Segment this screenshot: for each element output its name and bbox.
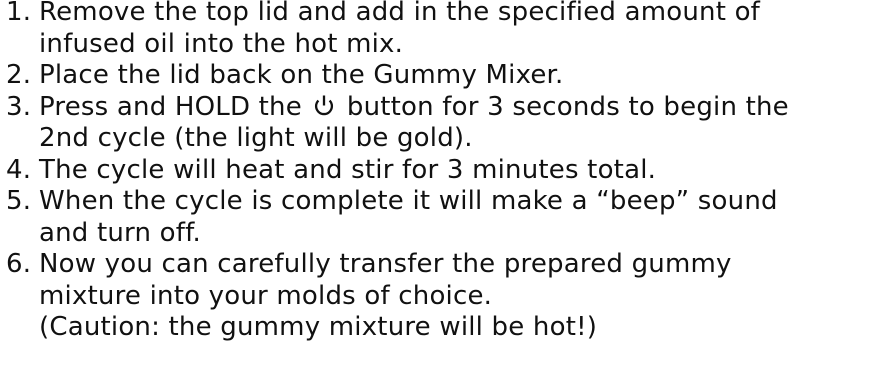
step-2: 2. Place the lid back on the Gummy Mixer… xyxy=(6,60,886,92)
step-number: 6. xyxy=(6,249,32,279)
step-number: 2. xyxy=(6,60,32,90)
step-line: (Caution: the gummy mixture will be hot!… xyxy=(39,312,598,342)
step-line: 2nd cycle (the light will be gold). xyxy=(39,123,473,153)
step-line: Now you can carefully transfer the prepa… xyxy=(39,249,732,279)
step-4: 4. The cycle will heat and stir for 3 mi… xyxy=(6,155,886,187)
step-line: Remove the top lid and add in the specif… xyxy=(39,0,761,27)
step-text-after-icon: button for 3 seconds to begin the xyxy=(346,91,789,122)
instruction-list: 1. Remove the top lid and add in the spe… xyxy=(6,0,886,344)
step-line: and turn off. xyxy=(39,217,202,248)
step-line: mixture into your molds of choice. xyxy=(39,280,493,311)
step-line: infused oil into the hot mix. xyxy=(39,28,404,59)
step-line: The cycle will heat and stir for 3 minut… xyxy=(39,154,657,185)
step-text: Now you can carefully transfer the prepa… xyxy=(39,249,886,344)
step-text: The cycle will heat and stir for 3 minut… xyxy=(39,155,886,187)
step-number: 1. xyxy=(6,0,32,27)
step-text-before-icon: Press and HOLD the xyxy=(39,91,302,122)
step-number: 3. xyxy=(6,91,32,122)
step-line: When the cycle is complete it will make … xyxy=(39,186,778,216)
step-5: 5. When the cycle is complete it will ma… xyxy=(6,186,886,249)
step-number: 4. xyxy=(6,154,32,185)
step-6: 6. Now you can carefully transfer the pr… xyxy=(6,249,886,344)
step-text: Place the lid back on the Gummy Mixer. xyxy=(39,60,886,92)
step-line: Place the lid back on the Gummy Mixer. xyxy=(39,60,564,90)
step-number: 5. xyxy=(6,186,32,216)
step-3: 3. Press and HOLD the button for 3 secon… xyxy=(6,92,886,155)
step-text: Press and HOLD the button for 3 seconds … xyxy=(39,92,886,155)
step-text: Remove the top lid and add in the specif… xyxy=(39,0,886,60)
step-1: 1. Remove the top lid and add in the spe… xyxy=(6,0,886,60)
step-text: When the cycle is complete it will make … xyxy=(39,186,886,249)
step-line: Press and HOLD the button for 3 seconds … xyxy=(39,92,886,124)
power-icon xyxy=(312,94,336,118)
